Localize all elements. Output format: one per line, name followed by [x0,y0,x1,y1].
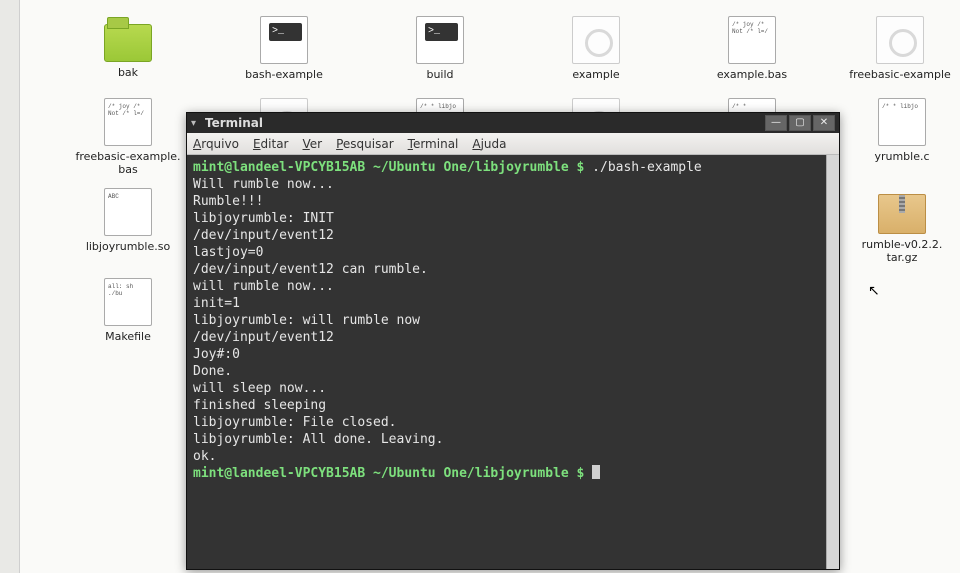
terminal-output-line: libjoyrumble: All done. Leaving. [193,431,820,448]
terminal-output-line: will sleep now... [193,380,820,397]
terminal-output-line: will rumble now... [193,278,820,295]
textfile-icon: /* joy /* Not /* l=/ [104,98,152,146]
desktop-icon[interactable]: rumble-v0.2.2. tar.gz [832,188,960,264]
menu-item-ver[interactable]: Ver [303,137,323,151]
terminal-menubar[interactable]: Arquivo Editar Ver Pesquisar Terminal Ajuda [187,133,839,155]
mouse-pointer-icon: ↖ [868,283,880,299]
menu-item-arquivo[interactable]: Arquivo [193,137,239,151]
menu-item-ajuda[interactable]: Ajuda [472,137,506,151]
terminal-output-line: /dev/input/event12 can rumble. [193,261,820,278]
desktop-icon-label: example.bas [682,68,822,81]
terminal-output-line: Joy#:0 [193,346,820,363]
desktop-icon[interactable]: build [370,16,510,81]
menu-item-pesquisar[interactable]: Pesquisar [336,137,394,151]
desktop-icon-label: build [370,68,510,81]
window-maximize-button[interactable]: ▢ [789,115,811,131]
terminal-scrollbar[interactable] [826,155,839,569]
terminal-output-line: /dev/input/event12 [193,329,820,346]
desktop-icon[interactable]: /* joy /* Not /* l=/ example.bas [682,16,822,81]
terminal-output-line: finished sleeping [193,397,820,414]
terminal-window[interactable]: ▾ Terminal — ▢ ✕ Arquivo Editar Ver Pesquis… [186,112,840,570]
window-title: Terminal [201,116,765,130]
terminal-output-line: init=1 [193,295,820,312]
window-close-button[interactable]: ✕ [813,115,835,131]
terminal-output-line: Done. [193,363,820,380]
terminal-cursor [592,465,600,479]
terminal-prompt-command: ./bash-example [592,160,702,175]
desktop-icon[interactable]: bash-example [214,16,354,81]
window-titlebar[interactable]: ▾ Terminal — ▢ ✕ [187,113,839,133]
desktop-icon-label: example [526,68,666,81]
desktop-icon[interactable]: freebasic-example [830,16,960,81]
gear-icon [876,16,924,64]
menu-item-editar[interactable]: Editar [253,137,289,151]
terminal-output-line: libjoyrumble: will rumble now [193,312,820,329]
desktop-icon-label: yrumble.c [832,150,960,163]
textfile-icon: /* * libjo [878,98,926,146]
textfile-icon: all: sh ./bu [104,278,152,326]
terminal-output-line: ok. [193,448,820,465]
desktop-icon[interactable]: ABC libjoyrumble.so [58,188,198,253]
textfile-icon: /* joy /* Not /* l=/ [728,16,776,64]
term-icon [260,16,308,64]
desktop-icon-label: bak [58,66,198,79]
desktop-icon-label: freebasic-example [830,68,960,81]
archive-icon [878,194,926,234]
desktop-icon-label: bash-example [214,68,354,81]
terminal-output-line: libjoyrumble: File closed. [193,414,820,431]
textfile-icon: ABC [104,188,152,236]
terminal-output-line: Rumble!!! [193,193,820,210]
desktop-icon[interactable]: example [526,16,666,81]
desktop-icon[interactable]: bak [58,16,198,79]
desktop-icon[interactable]: all: sh ./bu Makefile [58,278,198,343]
desktop-icon-label: freebasic-example. bas [58,150,198,176]
terminal-output-line: libjoyrumble: INIT [193,210,820,227]
terminal-output-line: lastjoy=0 [193,244,820,261]
terminal-output-area[interactable]: mint@landeel-VPCYB15AB ~/Ubuntu One/libj… [187,155,826,569]
window-minimize-button[interactable]: — [765,115,787,131]
terminal-output-line: /dev/input/event12 [193,227,820,244]
desktop-icon-label: libjoyrumble.so [58,240,198,253]
gear-icon [572,16,620,64]
term-icon [416,16,464,64]
desktop-icon[interactable]: /* * libjo yrumble.c [832,98,960,163]
desktop-left-panel [0,0,20,573]
desktop-icon-label: Makefile [58,330,198,343]
desktop-icon[interactable]: /* joy /* Not /* l=/ freebasic-example. b… [58,98,198,176]
menu-item-terminal[interactable]: Terminal [408,137,459,151]
desktop-icon-label: rumble-v0.2.2. tar.gz [832,238,960,264]
terminal-output-line: Will rumble now... [193,176,820,193]
folder-icon [104,24,152,62]
window-collapse-icon[interactable]: ▾ [191,118,201,129]
